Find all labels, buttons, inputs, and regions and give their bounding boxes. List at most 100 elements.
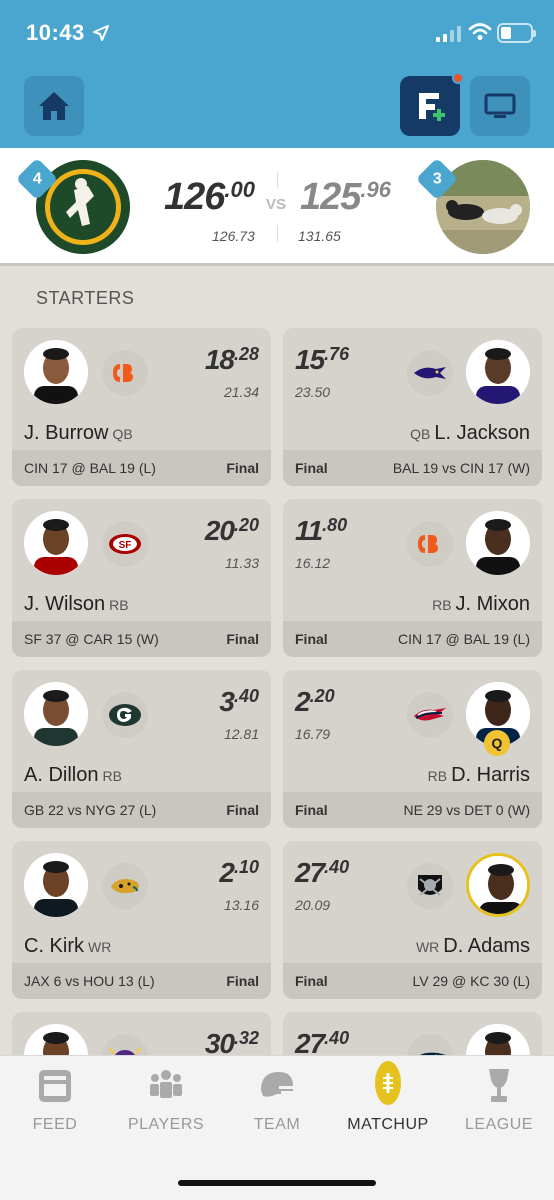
player-card[interactable]: 11.80 16.12 RB J. Mixon Final CIN 17 @ BAL 19… <box>283 499 542 657</box>
tab-matchup[interactable]: MATCHUP <box>333 1056 443 1156</box>
game-status: Final <box>226 973 259 989</box>
tab-label: MATCHUP <box>347 1116 429 1133</box>
game-result-bar: GB 22 vs NYG 27 (L) Final <box>12 792 271 828</box>
player-photo[interactable] <box>466 511 530 575</box>
player-photo[interactable] <box>466 853 530 917</box>
player-name[interactable]: J. Wilson RB <box>24 593 133 616</box>
svg-text:SF: SF <box>119 540 132 551</box>
game-status: Final <box>295 973 328 989</box>
game-score: LV 29 @ KC 30 (L) <box>412 973 530 989</box>
player-position: WR <box>88 939 112 955</box>
game-result-bar: CIN 17 @ BAL 19 (L) Final <box>12 450 271 486</box>
tab-team[interactable]: TEAM <box>222 1056 332 1156</box>
player-name[interactable]: J. Burrow QB <box>24 422 137 445</box>
tab-feed[interactable]: FEED <box>0 1056 110 1156</box>
player-photo[interactable] <box>24 853 88 917</box>
player-projected-points: 16.12 <box>295 555 331 571</box>
nfl-team-logo-icon <box>407 692 453 738</box>
game-status: Final <box>295 631 328 647</box>
player-card[interactable]: 2.10 13.16 C. Kirk WR JAX 6 vs HOU 13 (L) Fin… <box>12 841 271 999</box>
fantasy-add-button[interactable] <box>400 72 464 136</box>
player-projected-points: 13.16 <box>223 897 259 913</box>
player-name[interactable]: RB D. Harris <box>424 764 530 787</box>
player-name[interactable]: QB L. Jackson <box>406 422 530 445</box>
game-score: CIN 17 @ BAL 19 (L) <box>398 631 530 647</box>
status-time: 10:43 <box>26 20 85 45</box>
nfl-team-logo-icon <box>407 521 453 567</box>
my-projected-score: 126.73 <box>212 228 255 244</box>
trophy-icon <box>479 1066 519 1106</box>
game-result-bar: Final LV 29 @ KC 30 (L) <box>283 963 542 999</box>
player-card[interactable]: 18.28 21.34 J. Burrow QB CIN 17 @ BAL 19 (L)… <box>12 328 271 486</box>
player-photo[interactable] <box>24 340 88 404</box>
game-score: CIN 17 @ BAL 19 (L) <box>24 460 156 476</box>
player-name[interactable]: C. Kirk WR <box>24 935 115 958</box>
home-button[interactable] <box>24 76 84 136</box>
player-name[interactable]: A. Dillon RB <box>24 764 126 787</box>
player-points: 2.20 <box>295 686 335 717</box>
section-title: STARTERS <box>36 288 135 308</box>
player-card[interactable]: SF 20.20 11.33 J. Wilson RB SF 37 @ CAR 15 (W… <box>12 499 271 657</box>
player-points: 18.28 <box>204 344 259 375</box>
player-points: 3.40 <box>219 686 259 717</box>
player-projected-points: 11.33 <box>225 555 259 571</box>
player-card[interactable]: 2.20 16.79 Q RB D. Harris Final NE 29 vs DET 0… <box>283 670 542 828</box>
nfl-team-logo-icon: SF <box>102 521 148 567</box>
game-score: JAX 6 vs HOU 13 (L) <box>24 973 155 989</box>
vs-label: VS <box>266 196 287 213</box>
player-card[interactable]: 15.76 23.50 QB L. Jackson Final BAL 19 vs CIN… <box>283 328 542 486</box>
wifi-icon <box>468 23 492 40</box>
players-icon <box>146 1066 186 1106</box>
player-position: QB <box>112 426 133 442</box>
game-score: GB 22 vs NYG 27 (L) <box>24 802 157 818</box>
tab-label: LEAGUE <box>465 1116 533 1133</box>
player-position: RB <box>432 597 452 613</box>
opponent-score: 125.96 <box>300 176 391 218</box>
nfl-team-logo-icon <box>102 350 148 396</box>
game-status: Final <box>295 802 328 818</box>
player-photo[interactable] <box>466 340 530 404</box>
player-points: 2.10 <box>219 857 259 888</box>
feed-icon <box>35 1066 75 1106</box>
player-position: WR <box>415 939 440 955</box>
game-result-bar: SF 37 @ CAR 15 (W) Final <box>12 621 271 657</box>
home-icon <box>39 92 69 120</box>
game-result-bar: JAX 6 vs HOU 13 (L) Final <box>12 963 271 999</box>
tab-label: TEAM <box>253 1116 301 1133</box>
top-bar: 10:43 <box>0 0 554 148</box>
tab-players[interactable]: PLAYERS <box>111 1056 221 1156</box>
player-name[interactable]: RB J. Mixon <box>428 593 530 616</box>
divider <box>277 226 278 242</box>
nfl-team-logo-icon <box>102 863 148 909</box>
player-position: RB <box>109 597 129 613</box>
game-score: BAL 19 vs CIN 17 (W) <box>392 460 530 476</box>
opponent-projected-score: 131.65 <box>298 228 341 244</box>
player-position: QB <box>410 426 431 442</box>
game-status: Final <box>226 460 259 476</box>
tab-label: FEED <box>32 1116 78 1133</box>
player-projected-points: 12.81 <box>223 726 259 742</box>
home-indicator <box>178 1180 376 1186</box>
player-card[interactable]: 27.40 20.09 WR D. Adams Final LV 29 @ KC 30 (… <box>283 841 542 999</box>
nfl-team-logo-icon <box>407 350 453 396</box>
game-result-bar: Final BAL 19 vs CIN 17 (W) <box>283 450 542 486</box>
game-status: Final <box>295 460 328 476</box>
player-name[interactable]: WR D. Adams <box>412 935 530 958</box>
game-status: Final <box>226 802 259 818</box>
football-icon <box>368 1061 408 1106</box>
game-status: Final <box>226 631 259 647</box>
player-position: RB <box>427 768 448 784</box>
player-photo[interactable] <box>24 682 88 746</box>
player-projected-points: 21.34 <box>223 384 259 400</box>
signal-icon <box>436 26 462 42</box>
player-points: 11.80 <box>295 515 348 546</box>
notification-dot <box>452 72 464 84</box>
tv-icon <box>484 93 516 118</box>
tab-league[interactable]: LEAGUE <box>444 1056 554 1156</box>
tv-button[interactable] <box>470 76 530 136</box>
game-result-bar: Final CIN 17 @ BAL 19 (L) <box>283 621 542 657</box>
player-card[interactable]: 3.40 12.81 A. Dillon RB GB 22 vs NYG 27 (L) F… <box>12 670 271 828</box>
fantasy-add-icon <box>419 93 445 121</box>
battery-icon <box>497 23 536 43</box>
player-photo[interactable] <box>24 511 88 575</box>
